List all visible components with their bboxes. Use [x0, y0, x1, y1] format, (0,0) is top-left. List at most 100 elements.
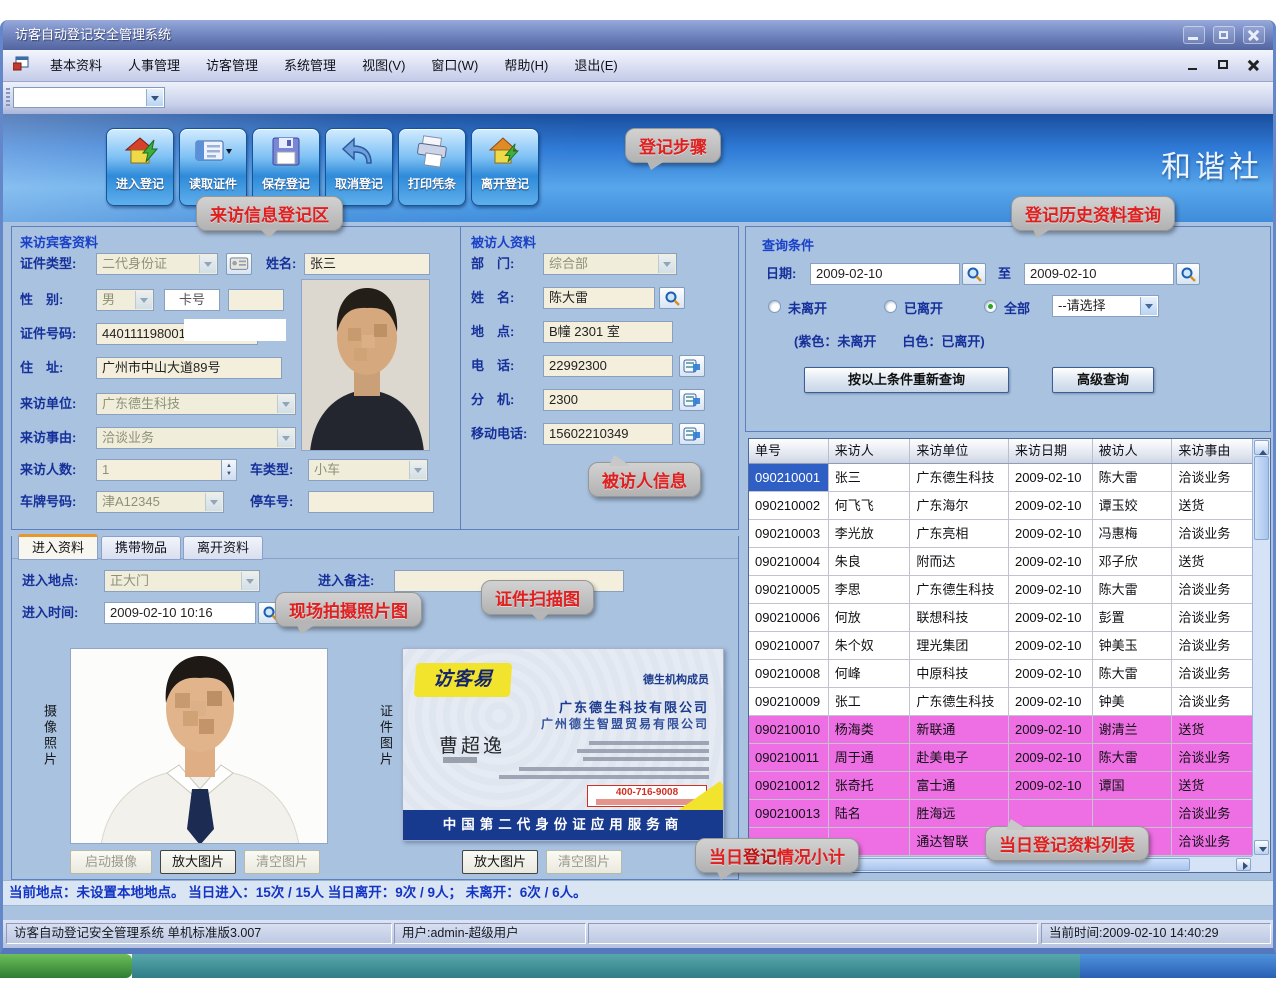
radio-left[interactable] — [884, 300, 897, 313]
plate-combobox[interactable]: 津A12345 — [96, 491, 224, 513]
card-no-field[interactable] — [228, 289, 284, 311]
menu-item[interactable]: 帮助(H) — [491, 58, 561, 73]
parking-label: 停车号: — [250, 491, 293, 513]
table-column-header[interactable]: 来访事由 — [1172, 439, 1252, 463]
start-camera-button[interactable]: 启动摄像 — [70, 850, 152, 874]
table-cell: 谭国 — [1093, 772, 1173, 799]
tab-leave-info[interactable]: 离开资料 — [183, 536, 263, 560]
status-user: 用户:admin-超级用户 — [394, 923, 586, 944]
enter-registration-button[interactable]: 进入登记 — [106, 128, 174, 206]
table-row[interactable]: 090210002何飞飞广东海尔2009-02-10谭玉姣送货 — [749, 492, 1252, 520]
menu-item[interactable]: 系统管理 — [271, 58, 349, 73]
table-column-header[interactable]: 来访人 — [829, 439, 911, 463]
filter-combobox[interactable]: --请选择 — [1052, 295, 1159, 317]
table-cell: 附而达 — [910, 548, 1009, 575]
table-column-header[interactable]: 来访单位 — [910, 439, 1009, 463]
entry-place-combobox[interactable]: 正大门 — [104, 570, 260, 592]
table-row[interactable]: 090210007朱个奴理光集团2009-02-10钟美玉洽谈业务 — [749, 632, 1252, 660]
address-field[interactable]: 广州市中山大道89号 — [96, 357, 282, 379]
scroll-up-button[interactable] — [1254, 440, 1269, 455]
menu-item[interactable]: 人事管理 — [115, 58, 193, 73]
radio-not-left[interactable] — [768, 300, 781, 313]
zoom-photo-button[interactable]: 放大图片 — [160, 850, 236, 874]
close-button[interactable] — [1243, 26, 1265, 44]
idcard-reader-button[interactable] — [226, 253, 252, 275]
gender-label: 性 别: — [20, 289, 63, 311]
menu-item[interactable]: 基本资料 — [37, 58, 115, 73]
visitee-search-button[interactable] — [659, 287, 685, 309]
gender-combobox[interactable]: 男 — [96, 289, 154, 311]
start-button-fragment[interactable] — [0, 954, 132, 978]
table-row[interactable]: 090210004朱良附而达2009-02-10邓子欣送货 — [749, 548, 1252, 576]
app-icon — [13, 55, 29, 76]
clear-photo-button[interactable]: 清空图片 — [244, 850, 320, 874]
chevron-down-icon — [277, 429, 294, 447]
quick-search-combobox[interactable] — [13, 87, 165, 108]
dial-mobile-button[interactable] — [679, 423, 705, 445]
vehicle-type-combobox[interactable]: 小车 — [308, 459, 428, 481]
visitor-name-field[interactable]: 张三 — [304, 253, 430, 275]
table-row[interactable]: 090210005李思广东德生科技2009-02-10陈大雷洽谈业务 — [749, 576, 1252, 604]
table-row[interactable]: 090210012张奇托富士通2009-02-10谭国送货 — [749, 772, 1252, 800]
visitor-count-field[interactable]: 1 — [96, 459, 222, 481]
dial-ext-button[interactable] — [679, 389, 705, 411]
radio-all[interactable] — [984, 300, 997, 313]
table-column-header[interactable]: 来访日期 — [1009, 439, 1093, 463]
print-receipt-button[interactable]: 打印凭条 — [398, 128, 466, 206]
vertical-scroll-thumb[interactable] — [1254, 456, 1269, 540]
date-to-picker-button[interactable] — [1176, 263, 1200, 285]
mdi-close-button[interactable] — [1245, 57, 1263, 73]
table-row[interactable]: 090210008何峰中原科技2009-02-10陈大雷洽谈业务 — [749, 660, 1252, 688]
menu-item[interactable]: 访客管理 — [193, 58, 271, 73]
table-column-header[interactable]: 单号 — [749, 439, 829, 463]
table-row[interactable]: 090210010杨海类新联通2009-02-10谢清兰送货 — [749, 716, 1252, 744]
phone-field[interactable]: 22992300 — [543, 355, 673, 377]
date-from-field[interactable]: 2009-02-10 — [810, 263, 960, 285]
restore-button[interactable] — [1213, 26, 1235, 44]
visit-unit-combobox[interactable]: 广东德生科技 — [96, 393, 296, 415]
mobile-field[interactable]: 15602210349 — [543, 423, 673, 445]
callout-daily-summary: 当日登记情况小计 — [695, 838, 859, 873]
mdi-restore-button[interactable] — [1215, 57, 1233, 73]
table-row[interactable]: 090210006何放联想科技2009-02-10彭置洽谈业务 — [749, 604, 1252, 632]
table-row[interactable]: 090210011周于通赴美电子2009-02-10陈大雷洽谈业务 — [749, 744, 1252, 772]
table-row[interactable]: 090210003李光放广东亮相2009-02-10冯惠梅洽谈业务 — [749, 520, 1252, 548]
ext-field[interactable]: 2300 — [543, 389, 673, 411]
chevron-down-icon[interactable] — [146, 89, 163, 106]
menu-item[interactable]: 视图(V) — [349, 58, 418, 73]
save-registration-button[interactable]: 保存登记 — [252, 128, 320, 206]
vertical-scrollbar[interactable] — [1252, 439, 1270, 856]
date-to-field[interactable]: 2009-02-10 — [1024, 263, 1174, 285]
visit-reason-combobox[interactable]: 洽谈业务 — [96, 427, 296, 449]
mdi-minimize-button[interactable] — [1185, 57, 1203, 73]
advanced-query-button[interactable]: 高级查询 — [1052, 367, 1154, 393]
read-idcard-button[interactable]: 读取证件 — [179, 128, 247, 206]
taskbar[interactable] — [0, 954, 1276, 978]
minimize-button[interactable] — [1183, 26, 1205, 44]
parking-field[interactable] — [308, 491, 434, 513]
toolbar-grip[interactable] — [6, 88, 10, 108]
visitee-name-field[interactable]: 陈大雷 — [543, 287, 655, 309]
location-field[interactable]: B幢 2301 室 — [543, 321, 673, 343]
dept-combobox[interactable]: 综合部 — [543, 253, 677, 275]
count-spinner[interactable]: ▲▼ — [222, 459, 237, 481]
tab-carried-items[interactable]: 携带物品 — [101, 536, 181, 560]
scroll-right-button[interactable] — [1236, 858, 1251, 871]
title-bar[interactable]: 访客自动登记安全管理系统 — [3, 20, 1273, 50]
clear-card-button[interactable]: 清空图片 — [546, 850, 622, 874]
table-row[interactable]: 090210001张三广东德生科技2009-02-10陈大雷洽谈业务 — [749, 464, 1252, 492]
zoom-card-button[interactable]: 放大图片 — [462, 850, 538, 874]
requery-button[interactable]: 按以上条件重新查询 — [804, 367, 1009, 393]
table-row[interactable]: 090210009张工广东德生科技2009-02-10钟美洽谈业务 — [749, 688, 1252, 716]
cancel-registration-button[interactable]: 取消登记 — [325, 128, 393, 206]
menu-item[interactable]: 退出(E) — [561, 58, 630, 73]
table-column-header[interactable]: 被访人 — [1093, 439, 1173, 463]
dial-phone-button[interactable] — [679, 355, 705, 377]
leave-registration-button[interactable]: 离开登记 — [471, 128, 539, 206]
date-from-picker-button[interactable] — [962, 263, 986, 285]
scroll-down-button[interactable] — [1254, 840, 1269, 855]
cert-type-combobox[interactable]: 二代身份证 — [96, 253, 218, 275]
menu-item[interactable]: 窗口(W) — [418, 58, 491, 73]
tab-entry-info[interactable]: 进入资料 — [18, 534, 98, 560]
entry-time-field[interactable]: 2009-02-10 10:16 — [104, 602, 256, 624]
